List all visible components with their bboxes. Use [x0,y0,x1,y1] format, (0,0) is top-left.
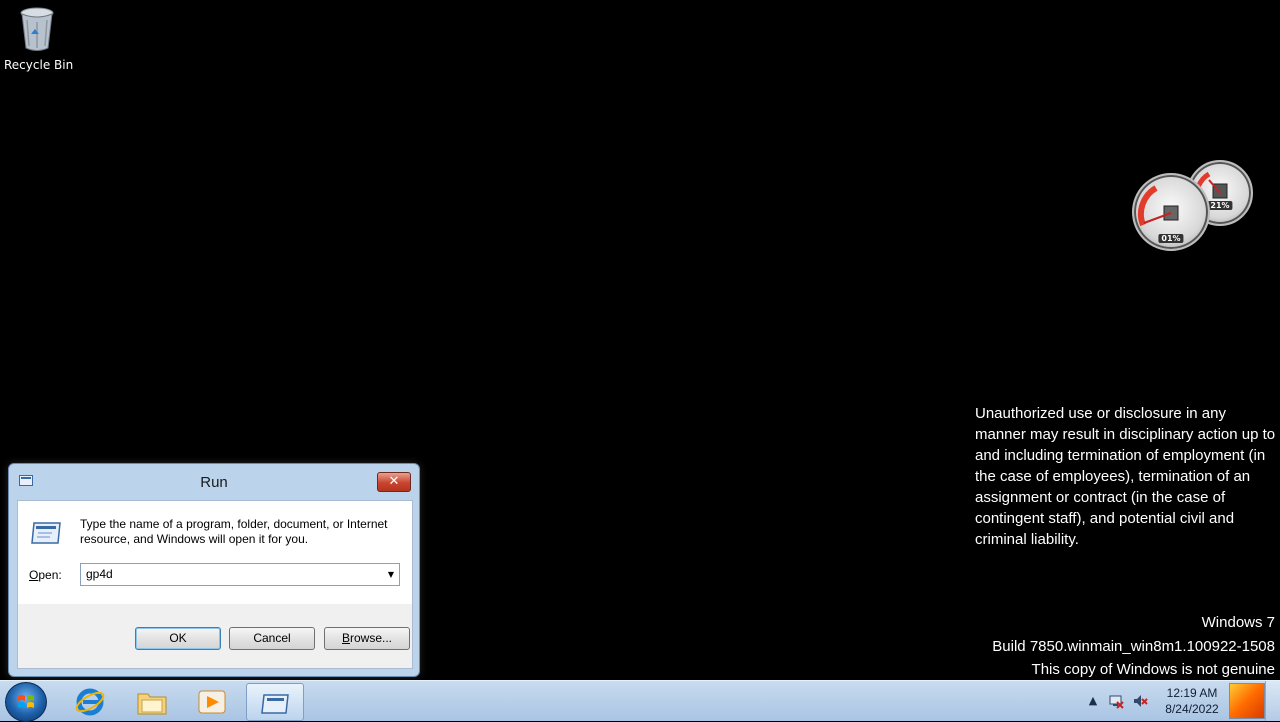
run-program-icon [31,522,61,544]
tray-overflow-icon[interactable]: ▲ [1085,693,1101,709]
open-label: Open: [29,568,62,582]
browse-label: rowse... [350,631,393,645]
chevron-down-icon[interactable]: ▼ [383,564,399,585]
cancel-button[interactable]: Cancel [229,627,315,650]
media-player-icon [198,690,226,714]
browse-button[interactable]: Browse... [324,627,410,650]
clock-date: 8/24/2022 [1165,702,1219,716]
run-description: Type the name of a program, folder, docu… [80,517,388,546]
folder-icon [137,693,167,715]
windows-logo-icon [18,695,34,708]
network-icon[interactable] [1108,693,1124,709]
browse-accesskey: B [341,631,350,645]
close-icon: ✕ [388,474,400,489]
legal-notice: Unauthorized use or disclosure in any ma… [975,405,1276,548]
cpu-percent: 01% [1158,234,1184,243]
cpu-gauge[interactable]: 01% [1132,173,1210,251]
open-input[interactable]: gp4d [86,567,113,581]
taskbar-run[interactable] [246,683,304,721]
watermark-genuine: This copy of Windows is not genuine [1031,661,1275,678]
taskbar: ▲ 12:19 AM 8/24/2022 [0,680,1280,722]
taskbar-media-player[interactable] [184,683,240,719]
watermark-os-name: Windows 7 [1201,614,1275,631]
desktop-icon-label: Recycle Bin [4,58,74,72]
recycle-bin-icon [20,7,54,51]
open-combobox[interactable]: gp4d ▼ [80,563,400,586]
open-label-text: pen: [38,568,62,582]
taskbar-internet-explorer[interactable] [62,683,118,719]
memory-percent: 21% [1207,201,1233,210]
ie-icon [75,688,105,716]
run-dialog: Run ✕ Type the name of a program, folder… [8,463,420,677]
action-center-flag-icon[interactable] [1229,683,1265,719]
ok-button[interactable]: OK [135,627,221,650]
show-desktop-button[interactable] [1265,681,1280,721]
volume-muted-icon[interactable] [1132,693,1148,709]
clock[interactable]: 12:19 AM 8/24/2022 [1160,685,1224,717]
run-title-bar[interactable]: Run ✕ [9,464,419,494]
taskbar-windows-explorer[interactable] [124,683,180,719]
run-title: Run [200,474,228,491]
run-content-panel: Type the name of a program, folder, docu… [17,500,413,606]
close-button[interactable]: ✕ [377,472,411,492]
watermark-build: Build 7850.winmain_win8m1.100922-1508 [992,638,1275,655]
open-label-accesskey: O [29,568,39,582]
desktop-icon-recycle-bin[interactable]: Recycle Bin [4,6,74,72]
run-icon [261,694,289,714]
clock-time: 12:19 AM [1166,686,1218,700]
start-button[interactable] [5,682,47,722]
run-button-panel: OK Cancel Browse... [17,604,413,669]
